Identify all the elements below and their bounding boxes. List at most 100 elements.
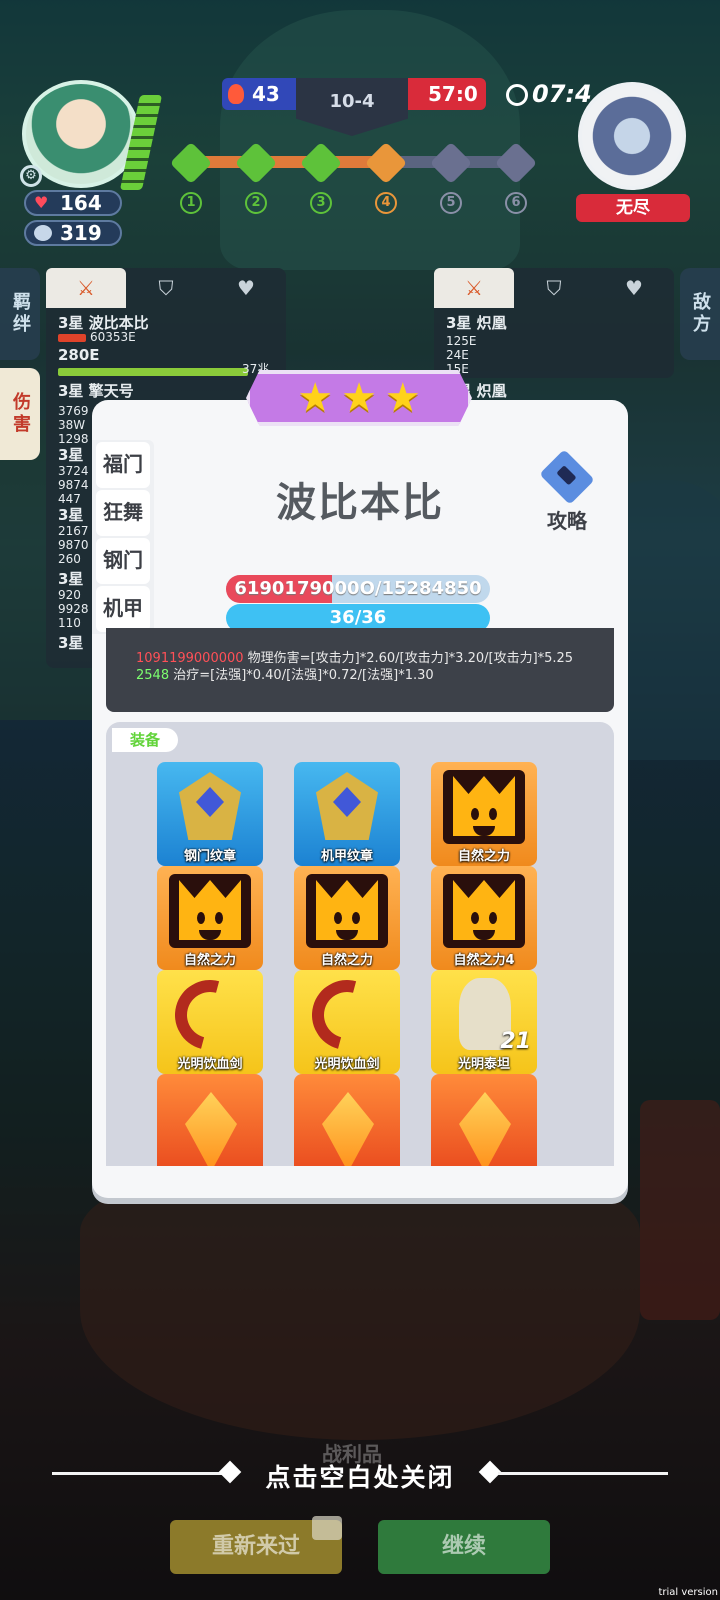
left-row-1-value: 280E	[58, 346, 100, 364]
left-row-3-name: 3星	[58, 446, 84, 464]
emblem-icon	[179, 772, 241, 840]
player-hp-pill: ♥ 164	[24, 190, 122, 216]
left-row-1-sub: 60353E	[90, 330, 136, 344]
shield-icon[interactable]: ⛉	[514, 268, 594, 308]
left-row-1-bar	[58, 334, 86, 342]
trait-item[interactable]: 机甲	[96, 586, 150, 632]
crystal-icon	[459, 1092, 511, 1166]
equipment-item[interactable]: 光明饮血剑	[294, 970, 400, 1074]
stage-number-3: 3	[310, 192, 332, 214]
equipment-label: 装备	[112, 728, 178, 752]
equipment-item[interactable]	[157, 1074, 263, 1166]
left-row-5-line-3: 110	[58, 616, 81, 630]
equipment-item[interactable]: 光明饮血剑	[157, 970, 263, 1074]
left-row-5-line-1: 920	[58, 588, 81, 602]
tap-to-close-hint[interactable]: 点击空白处关闭	[0, 1458, 720, 1494]
stage-number-1: 1	[180, 192, 202, 214]
guide-label: 攻略	[547, 509, 587, 533]
scythe-icon	[162, 970, 258, 1063]
heart-icon[interactable]: ♥	[206, 268, 286, 308]
equipment-item[interactable]: 21 光明泰坦	[431, 970, 537, 1074]
equipment-item[interactable]	[294, 1074, 400, 1166]
left-row-5-name: 3星	[58, 570, 84, 588]
crown-icon	[443, 874, 525, 948]
left-row-4-line-1: 2167	[58, 524, 89, 538]
tab-damage[interactable]: 伤害	[0, 368, 40, 460]
stage-number-2: 2	[245, 192, 267, 214]
equipment-item-label: 自然之力	[457, 849, 510, 864]
equipment-item-label: 自然之力	[183, 953, 236, 968]
settings-gear-icon[interactable]: ⚙	[20, 165, 42, 187]
left-panel-tabs: ⚔ ⛉ ♥	[46, 268, 286, 308]
guide-button[interactable]: 攻略	[532, 449, 602, 533]
left-row-2-line-1: 3769	[58, 404, 89, 418]
player-coin-value: 319	[60, 221, 102, 245]
star-icon: ★	[341, 375, 377, 421]
left-row-3-line-2: 9874	[58, 478, 89, 492]
shield-icon[interactable]: ⛉	[126, 268, 206, 308]
hero-detail-modal: ★ ★ ★ 波比本比 攻略 福门 狂舞 钢门 机甲 6190179000O/15…	[92, 370, 628, 1198]
stage-number-6: 6	[505, 192, 527, 214]
graduation-cap-icon	[539, 449, 595, 505]
stage-number-4: 4	[375, 192, 397, 214]
right-row-1-line-2: 24E	[446, 348, 469, 362]
tab-synergy[interactable]: 羁绊	[0, 268, 40, 360]
equipment-item[interactable]: 自然之力4	[431, 866, 537, 970]
continue-button[interactable]: 继续	[378, 1520, 550, 1574]
coin-icon	[34, 225, 52, 241]
equipment-item[interactable]: 机甲纹章	[294, 762, 400, 866]
right-panel-tabs: ⚔ ⛉ ♥	[434, 268, 674, 308]
equipment-item[interactable]: 钢门纹章	[157, 762, 263, 866]
emblem-icon	[316, 772, 378, 840]
equipment-item[interactable]: 自然之力	[157, 866, 263, 970]
star-icon: ★	[384, 375, 421, 421]
trait-list: 福门 狂舞 钢门 机甲	[92, 440, 154, 634]
crown-icon	[306, 874, 388, 948]
equipment-item[interactable]: 自然之力	[431, 762, 537, 866]
physical-damage-value: 1091199000000	[136, 651, 244, 666]
equipment-item[interactable]	[431, 1074, 537, 1166]
red-team-score: 57:0	[408, 78, 486, 110]
sword-icon[interactable]: ⚔	[46, 268, 126, 308]
player-coin-pill: 319	[24, 220, 122, 246]
hero-hp-bar: 6190179000O/15284850	[226, 575, 490, 603]
heart-icon[interactable]: ♥	[594, 268, 674, 308]
equipment-section: 装备 钢门纹章 机甲纹章 自然之力 自然之力 自然之力 自然之力4 光明饮血剑	[106, 722, 614, 1166]
trait-item[interactable]: 钢门	[96, 538, 150, 584]
enemy-avatar[interactable]	[578, 82, 686, 190]
enemy-mode-label: 无尽	[576, 194, 690, 222]
sword-icon[interactable]: ⚔	[434, 268, 514, 308]
trial-watermark: trial version	[658, 1587, 718, 1598]
trait-item[interactable]: 福门	[96, 442, 150, 488]
trait-item[interactable]: 狂舞	[96, 490, 150, 536]
star-rating-banner: ★ ★ ★	[246, 370, 472, 426]
equipment-item-label: 自然之力4	[453, 953, 515, 968]
tab-enemy[interactable]: 敌方	[680, 268, 720, 360]
crown-icon	[169, 874, 251, 948]
crown-icon	[443, 770, 525, 844]
star-icon: ★	[297, 375, 334, 421]
clock-icon	[506, 84, 528, 106]
heart-icon: ♥	[34, 193, 49, 212]
flame-icon	[228, 84, 244, 104]
equipment-item[interactable]: 自然之力	[294, 866, 400, 970]
video-icon	[312, 1516, 342, 1540]
stage-number-5: 5	[440, 192, 462, 214]
heal-line: 2548 治疗=[法强]*0.40/[法强]*0.72/[法强]*1.30	[136, 667, 600, 684]
left-row-6-name: 3星	[58, 634, 84, 652]
physical-damage-line: 1091199000000 物理伤害=[攻击力]*2.60/[攻击力]*3.20…	[136, 650, 600, 667]
scythe-icon	[299, 970, 395, 1063]
hero-hp-text: 6190179000O/15284850	[234, 578, 482, 599]
equipment-item-label: 光明泰坦	[457, 1057, 510, 1072]
right-row-1-line-1: 125E	[446, 334, 477, 348]
skill-damage-box: 1091199000000 物理伤害=[攻击力]*2.60/[攻击力]*3.20…	[106, 628, 614, 712]
crystal-icon	[322, 1092, 374, 1166]
right-row-1-name: 3星 炽凰	[446, 314, 507, 332]
round-timer: 07:4	[532, 80, 592, 108]
equipment-item-label: 钢门纹章	[183, 849, 236, 864]
left-row-2-line-2: 38W	[58, 418, 86, 432]
equipment-item-label: 自然之力	[320, 953, 373, 968]
equipment-item-label: 光明饮血剑	[177, 1057, 243, 1072]
left-row-3-line-1: 3724	[58, 464, 89, 478]
equipment-item-label: 机甲纹章	[320, 849, 373, 864]
